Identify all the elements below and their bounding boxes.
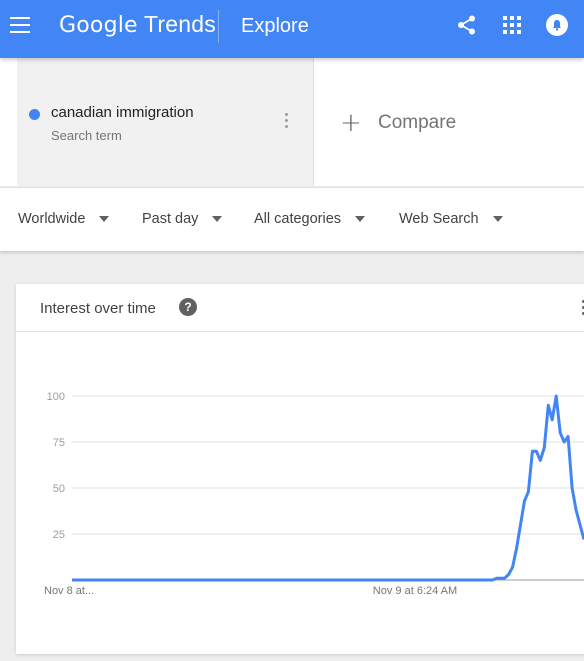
- search-property-filter[interactable]: Web Search: [399, 211, 503, 227]
- google-trends-logo[interactable]: Google Trends: [59, 11, 216, 38]
- search-term-card[interactable]: canadian immigration Search term: [17, 58, 314, 186]
- section-title: Explore: [241, 15, 309, 37]
- series-color-dot: [29, 109, 40, 120]
- x-tick-label: Nov 9 at 6:24 AM: [373, 585, 457, 597]
- region-filter[interactable]: Worldwide: [18, 211, 110, 227]
- search-term-name[interactable]: canadian immigration: [51, 104, 194, 121]
- search-property-filter-label: Web Search: [399, 211, 479, 227]
- interest-line-chart: 25 50 75 100 Nov 8 at... Nov 9 at 6:24 AM: [44, 391, 584, 597]
- x-tick-label: Nov 8 at...: [44, 585, 94, 597]
- time-filter[interactable]: Past day: [142, 211, 223, 227]
- logo-google-text: Google: [59, 13, 138, 38]
- more-vert-icon[interactable]: [283, 113, 289, 131]
- dropdown-arrow-icon: [355, 216, 366, 222]
- search-terms-panel: canadian immigration Search term + Compa…: [0, 58, 584, 186]
- share-icon[interactable]: [456, 14, 478, 36]
- interest-over-time-card: Interest over time ? 25 50 75 100 Nov 8 at..…: [16, 284, 584, 654]
- notifications-icon[interactable]: [546, 14, 568, 36]
- category-filter[interactable]: All categories: [254, 211, 366, 227]
- logo-trends-text: Trends: [143, 11, 216, 37]
- dropdown-arrow-icon: [212, 216, 223, 222]
- y-tick-label: 25: [53, 529, 65, 541]
- dropdown-arrow-icon: [99, 216, 110, 222]
- compare-button[interactable]: + Compare: [340, 110, 456, 136]
- menu-icon[interactable]: [10, 17, 30, 33]
- time-filter-label: Past day: [142, 211, 199, 227]
- y-tick-label: 75: [53, 437, 65, 449]
- add-icon: +: [340, 108, 362, 138]
- search-term-type: Search term: [51, 128, 122, 143]
- app-header: Google Trends Explore: [0, 0, 584, 58]
- category-filter-label: All categories: [254, 211, 342, 227]
- header-divider: [218, 10, 219, 43]
- dropdown-arrow-icon: [492, 216, 503, 222]
- region-filter-label: Worldwide: [18, 211, 86, 227]
- compare-label: Compare: [378, 112, 457, 133]
- y-tick-label: 100: [47, 391, 65, 403]
- y-tick-label: 50: [53, 483, 65, 495]
- apps-icon[interactable]: [503, 16, 521, 34]
- filter-bar: Worldwide Past day All categories Web Se…: [0, 187, 584, 251]
